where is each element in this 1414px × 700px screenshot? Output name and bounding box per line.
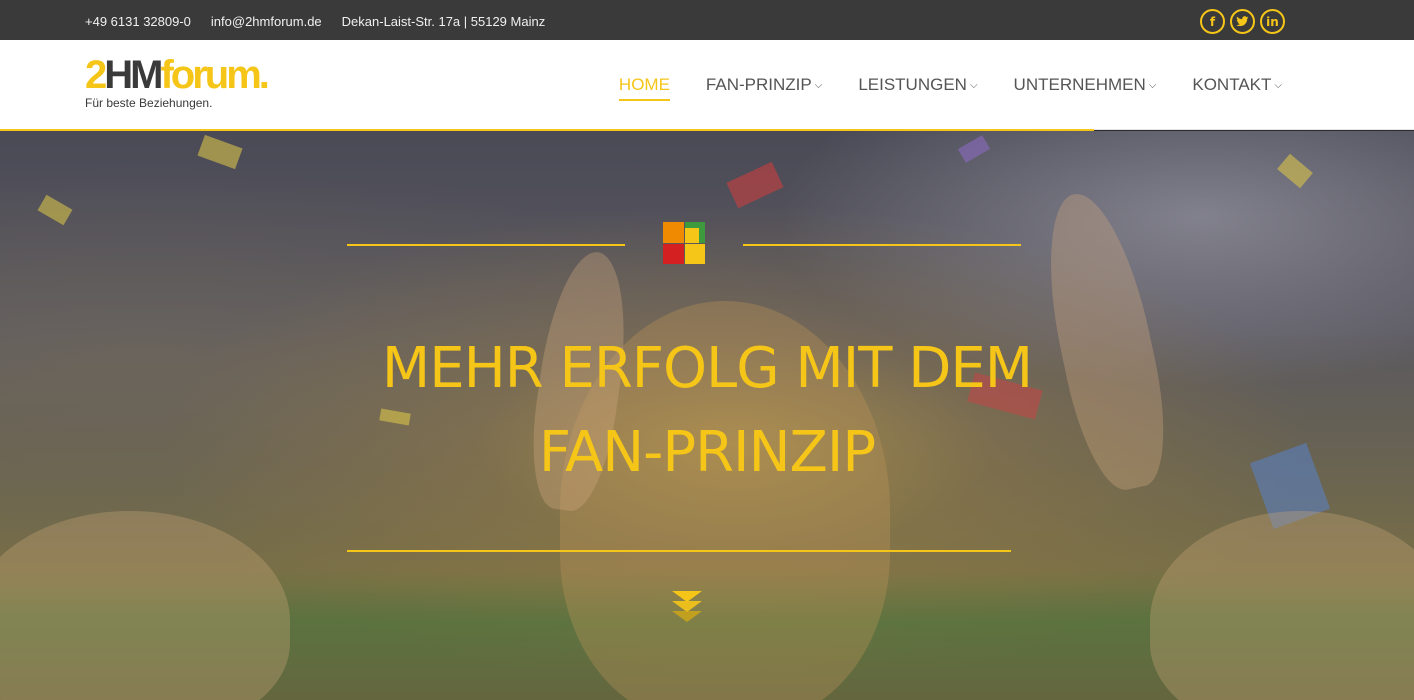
logo-wordmark: 2HMforum. (85, 53, 270, 97)
logo-part-forum: forum. (160, 53, 269, 97)
chevron-down-icon: ⌵ (969, 79, 978, 91)
decorative-line-bottom (347, 550, 1011, 552)
decorative-line-left (347, 244, 625, 246)
emblem-square-red (663, 243, 684, 264)
hero-banner: MEHR ERFOLG MIT DEM FAN-PRINZIP (0, 131, 1414, 700)
logo-part-2: 2 (85, 53, 107, 97)
site-header: 2HMforum. Für beste Beziehungen. HOME FA… (0, 40, 1414, 130)
logo-tagline: Für beste Beziehungen. (85, 96, 213, 110)
nav-unternehmen[interactable]: UNTERNEHMEN ⌵ (1014, 69, 1157, 101)
email-link[interactable]: info@2hmforum.de (211, 14, 322, 29)
emblem-square-orange (663, 222, 684, 243)
nav-leistungen[interactable]: LEISTUNGEN ⌵ (858, 69, 977, 101)
nav-unternehmen-label: UNTERNEHMEN (1013, 75, 1146, 94)
hero-headline-line1: MEHR ERFOLG MIT DEM (381, 336, 1033, 401)
twitter-bird-shape (1236, 16, 1249, 27)
confetti-piece (197, 134, 243, 170)
site-logo[interactable]: 2HMforum. Für beste Beziehungen. (85, 54, 275, 116)
contact-info: +49 6131 32809-0 info@2hmforum.de Dekan-… (85, 14, 545, 29)
linkedin-glyph: in (1266, 14, 1279, 29)
nav-kontakt[interactable]: KONTAKT ⌵ (1192, 69, 1282, 101)
emblem-square-green (684, 222, 705, 243)
scroll-down-icon[interactable] (671, 590, 703, 626)
hero-headline: MEHR ERFOLG MIT DEM FAN-PRINZIP (300, 327, 1114, 495)
confetti-piece (726, 161, 784, 209)
logo-part-hm: HM (104, 53, 163, 97)
chevron-down-icon: ⌵ (1274, 79, 1282, 91)
confetti-piece (1277, 153, 1313, 189)
nav-fan-prinzip-label: FAN-PRINZIP (705, 75, 812, 94)
emblem-square-yellow (684, 243, 705, 264)
main-nav: HOME FAN-PRINZIP ⌵ LEISTUNGEN ⌵ UNTERNEHME… (618, 40, 1282, 130)
facebook-glyph: f (1209, 14, 1216, 29)
chevron-down-icon: ⌵ (1148, 79, 1157, 91)
address-text: Dekan-Laist-Str. 17a | 55129 Mainz (341, 14, 546, 29)
nav-home[interactable]: HOME (618, 69, 670, 101)
facebook-icon[interactable]: f (1200, 9, 1225, 34)
hero-headline-line2: FAN-PRINZIP (538, 420, 876, 485)
twitter-icon[interactable] (1230, 9, 1255, 34)
brand-emblem-icon (663, 222, 705, 264)
crowd-left (0, 511, 290, 700)
phone-number[interactable]: +49 6131 32809-0 (85, 14, 191, 29)
nav-leistungen-label: LEISTUNGEN (858, 75, 967, 94)
confetti-piece (37, 194, 73, 226)
nav-home-label: HOME (618, 75, 670, 94)
confetti-piece (957, 135, 991, 163)
linkedin-icon[interactable]: in (1260, 9, 1285, 34)
crowd-right (1150, 511, 1414, 700)
decorative-line-right (743, 244, 1021, 246)
nav-fan-prinzip[interactable]: FAN-PRINZIP ⌵ (706, 69, 822, 101)
nav-kontakt-label: KONTAKT (1192, 75, 1272, 94)
social-links: f in (1200, 9, 1285, 34)
top-bar: +49 6131 32809-0 info@2hmforum.de Dekan-… (0, 0, 1414, 40)
chevron-down-icon: ⌵ (814, 79, 823, 91)
